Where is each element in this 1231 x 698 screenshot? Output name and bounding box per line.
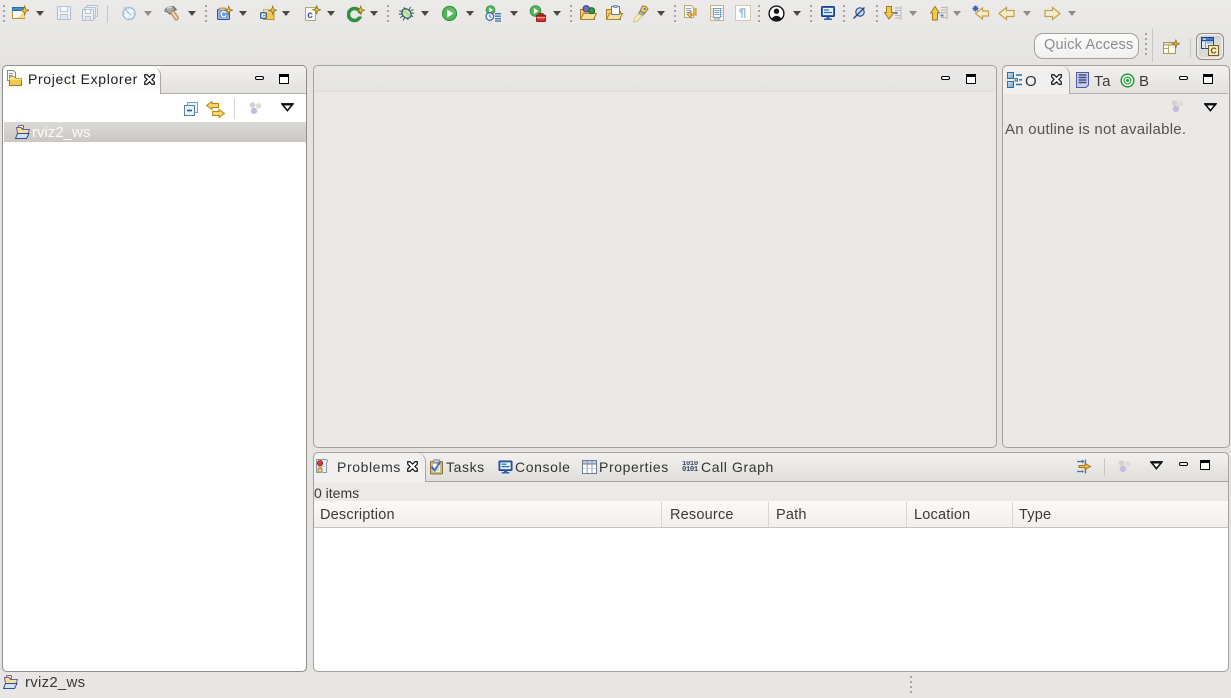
svg-text:C: C	[1211, 45, 1217, 55]
svg-text:c: c	[307, 10, 313, 21]
svg-text:c: c	[262, 13, 266, 20]
